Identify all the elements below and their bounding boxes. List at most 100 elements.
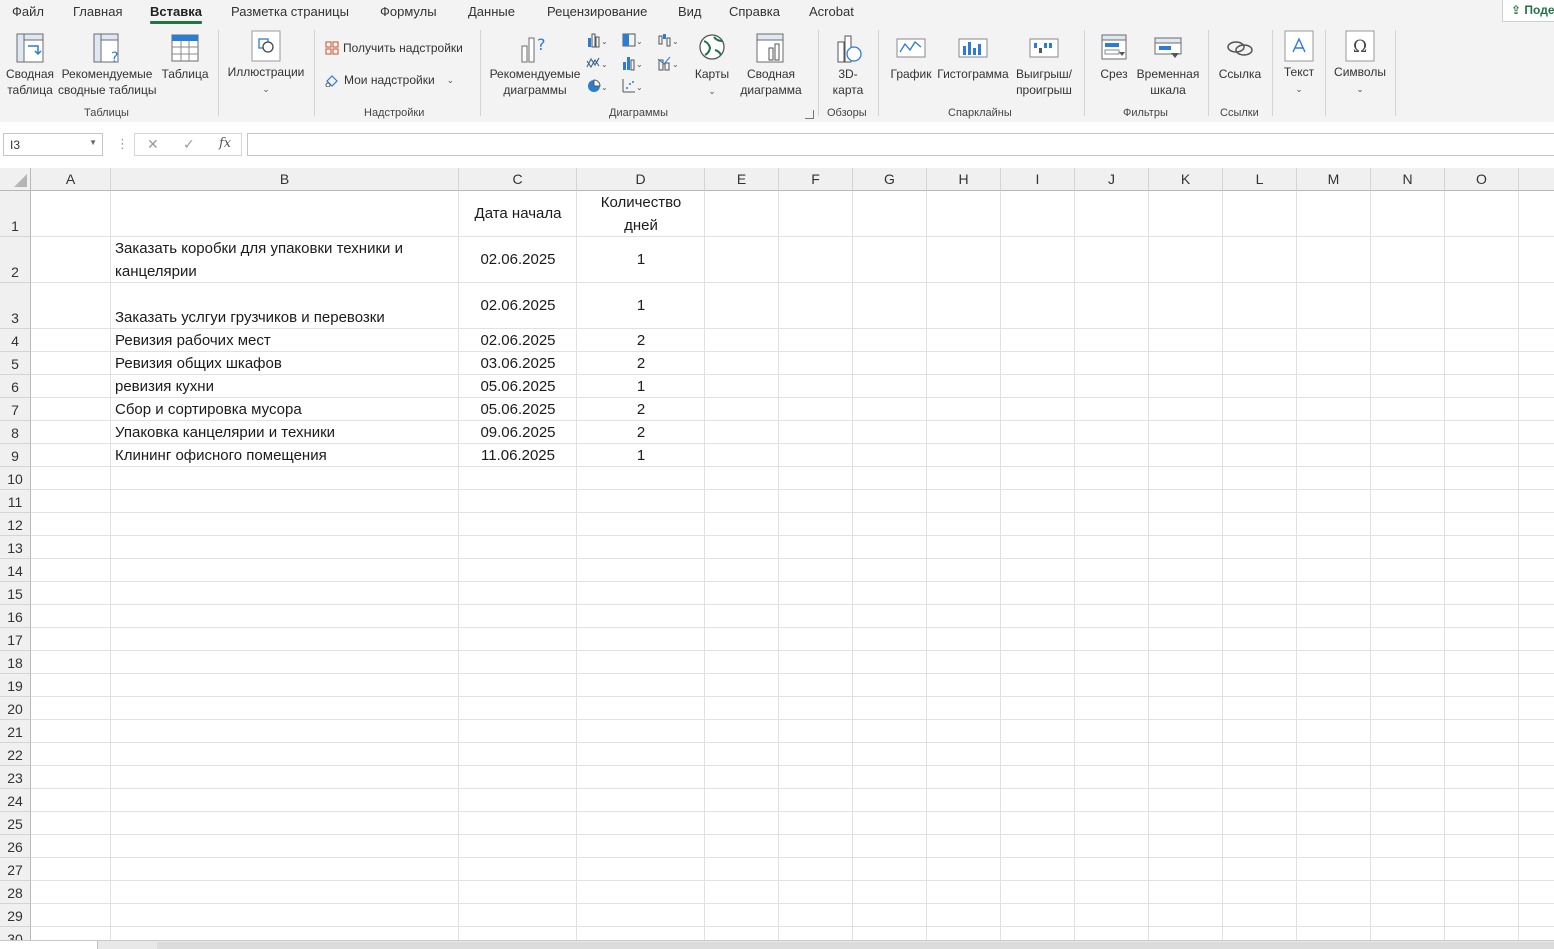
sparkline-winloss-button[interactable]: Выигрыш/ проигрыш (1012, 32, 1076, 98)
recommended-charts-button[interactable]: ? Рекомендуемые диаграммы (489, 32, 581, 98)
symbols-button[interactable]: Ω Символы ⌄ (1332, 30, 1388, 97)
line-chart-icon[interactable]: ⌄ (586, 55, 608, 71)
row-header-9[interactable]: 9 (0, 444, 31, 467)
tab-home[interactable]: Главная (73, 4, 122, 19)
drag-handle-icon[interactable]: ⋮ (116, 136, 129, 152)
charts-dialog-launcher-icon[interactable] (805, 110, 814, 119)
row-header-19[interactable]: 19 (0, 674, 31, 697)
select-all-button[interactable] (0, 168, 31, 191)
cell-C5[interactable]: 03.06.2025 (459, 355, 577, 372)
row-header-27[interactable]: 27 (0, 858, 31, 881)
sparkline-column-button[interactable]: Гистограмма (936, 32, 1010, 82)
row-header-1[interactable]: 1 (0, 191, 31, 237)
cell-D3[interactable]: 1 (577, 297, 705, 314)
row-header-10[interactable]: 10 (0, 467, 31, 490)
statistic-chart-icon[interactable]: ⌄ (621, 55, 643, 71)
row-header-22[interactable]: 22 (0, 743, 31, 766)
link-button[interactable]: Ссылка (1217, 32, 1263, 82)
column-header-d[interactable]: D (577, 168, 705, 191)
get-addins-button[interactable]: Получить надстройки (325, 41, 463, 55)
column-header-o[interactable]: O (1445, 168, 1519, 191)
cell-B8[interactable]: Упаковка канцелярии и техники (111, 424, 459, 441)
cell-D1-line1[interactable]: Количество (577, 194, 705, 211)
row-header-6[interactable]: 6 (0, 375, 31, 398)
combo-chart-icon[interactable]: ⌄ (657, 55, 679, 71)
tab-review[interactable]: Рецензирование (547, 4, 647, 19)
name-box[interactable]: I3 ▼ (3, 133, 103, 156)
column-header-a[interactable]: A (31, 168, 111, 191)
row-header-28[interactable]: 28 (0, 881, 31, 904)
cell-D6[interactable]: 1 (577, 378, 705, 395)
row-header-14[interactable]: 14 (0, 559, 31, 582)
tab-help[interactable]: Справка (729, 4, 780, 19)
sparkline-line-button[interactable]: График (889, 32, 933, 82)
column-header-partial[interactable] (1519, 168, 1554, 191)
cell-D8[interactable]: 2 (577, 424, 705, 441)
row-header-12[interactable]: 12 (0, 513, 31, 536)
maps-button[interactable]: Карты ⌄ (692, 32, 732, 99)
tab-view[interactable]: Вид (678, 4, 702, 19)
slicer-button[interactable]: Срез (1096, 32, 1132, 82)
cell-D4[interactable]: 2 (577, 332, 705, 349)
my-addins-button[interactable]: Мои надстройки ⌄ (325, 73, 454, 87)
cell-C7[interactable]: 05.06.2025 (459, 401, 577, 418)
enter-icon[interactable]: ✓ (183, 136, 195, 153)
cell-D7[interactable]: 2 (577, 401, 705, 418)
row-header-25[interactable]: 25 (0, 812, 31, 835)
cell-B4[interactable]: Ревизия рабочих мест (111, 332, 459, 349)
cell-D9[interactable]: 1 (577, 447, 705, 464)
chevron-down-icon[interactable]: ▼ (89, 138, 97, 147)
row-header-5[interactable]: 5 (0, 352, 31, 375)
row-header-11[interactable]: 11 (0, 490, 31, 513)
row-header-21[interactable]: 21 (0, 720, 31, 743)
pie-chart-icon[interactable]: ⌄ (586, 78, 608, 94)
tab-formulas[interactable]: Формулы (380, 4, 437, 19)
cell-B2-line1[interactable]: Заказать коробки для упаковки техники и (111, 240, 459, 257)
column-header-j[interactable]: J (1075, 168, 1149, 191)
row-header-24[interactable]: 24 (0, 789, 31, 812)
scatter-chart-icon[interactable]: ⌄ (621, 78, 643, 94)
row-header-8[interactable]: 8 (0, 421, 31, 444)
row-header-7[interactable]: 7 (0, 398, 31, 421)
row-header-26[interactable]: 26 (0, 835, 31, 858)
column-header-e[interactable]: E (705, 168, 779, 191)
column-header-i[interactable]: I (1001, 168, 1075, 191)
cell-D5[interactable]: 2 (577, 355, 705, 372)
table-button[interactable]: Таблица (160, 32, 210, 82)
share-button[interactable]: ⇪ Поделиться (1502, 0, 1554, 22)
cell-B9[interactable]: Клининг офисного помещения (111, 447, 459, 464)
tab-insert[interactable]: Вставка (150, 4, 202, 24)
cell-C6[interactable]: 05.06.2025 (459, 378, 577, 395)
cell-C3[interactable]: 02.06.2025 (459, 297, 577, 314)
column-header-l[interactable]: L (1223, 168, 1297, 191)
recommended-pivots-button[interactable]: ? Рекомендуемые сводные таблицы (58, 32, 156, 98)
column-header-f[interactable]: F (779, 168, 853, 191)
row-header-17[interactable]: 17 (0, 628, 31, 651)
formula-input[interactable] (247, 133, 1554, 156)
row-header-3[interactable]: 3 (0, 283, 31, 329)
column-header-n[interactable]: N (1371, 168, 1445, 191)
row-header-13[interactable]: 13 (0, 536, 31, 559)
column-header-h[interactable]: H (927, 168, 1001, 191)
worksheet[interactable]: ABCDEFGHIJKLMNO 1 2 3 4 5 6 7 8 9 10 11 12 13 14 15 16 1… (0, 168, 1554, 940)
cell-C8[interactable]: 09.06.2025 (459, 424, 577, 441)
cancel-icon[interactable]: ✕ (147, 136, 159, 153)
cell-C9[interactable]: 11.06.2025 (459, 447, 577, 464)
cell-B5[interactable]: Ревизия общих шкафов (111, 355, 459, 372)
row-header-16[interactable]: 16 (0, 605, 31, 628)
tab-data[interactable]: Данные (468, 4, 515, 19)
tab-file[interactable]: Файл (12, 4, 44, 19)
cell-C1[interactable]: Дата начала (459, 205, 577, 222)
column-header-k[interactable]: K (1149, 168, 1223, 191)
cell-D2[interactable]: 1 (577, 251, 705, 268)
cell-B7[interactable]: Сбор и сортировка мусора (111, 401, 459, 418)
hierarchy-chart-icon[interactable]: ⌄ (621, 32, 643, 48)
column-chart-icon[interactable]: ⌄ (586, 32, 608, 48)
3d-map-button[interactable]: 3D- карта (826, 32, 870, 98)
cell-B3[interactable]: Заказать услгуи грузчиков и перевозки (111, 309, 459, 326)
tab-page-layout[interactable]: Разметка страницы (231, 4, 349, 19)
column-header-c[interactable]: C (459, 168, 577, 191)
row-header-30[interactable]: 30 (0, 927, 31, 940)
row-header-2[interactable]: 2 (0, 237, 31, 283)
column-header-m[interactable]: M (1297, 168, 1371, 191)
